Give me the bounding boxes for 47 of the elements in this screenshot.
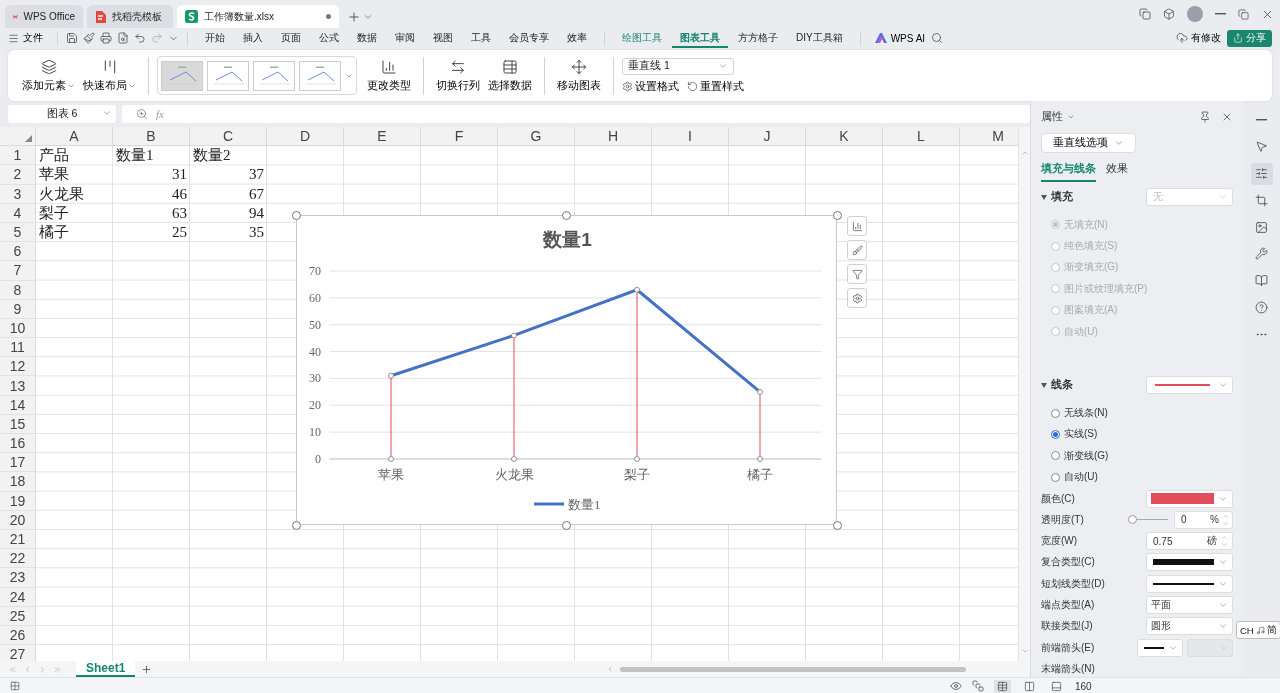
field-label: 前端箭头(E)	[1041, 640, 1095, 655]
axis-label: 火龙果	[494, 467, 534, 482]
section-title: 填充	[1051, 190, 1073, 204]
field-label: 颜色(C)	[1041, 491, 1075, 506]
axis-label: 10	[309, 425, 321, 440]
function-label: fx	[156, 108, 164, 120]
language-label: CH	[1240, 624, 1254, 636]
section-title: 线条	[1051, 378, 1073, 393]
zoom-level: 160	[1075, 680, 1092, 692]
field-label: 末端箭头(N)	[1041, 661, 1095, 676]
table-cell-text: 37	[248, 165, 265, 185]
table-cell-text: 苹果	[38, 165, 70, 185]
axis-label: 40	[309, 344, 321, 359]
axis-label: 橘子	[747, 467, 773, 482]
table-cell-text: 梨子	[38, 203, 70, 223]
field-label: 复合类型(C)	[1041, 555, 1095, 570]
field-label: 宽度(W)	[1041, 534, 1078, 549]
table-cell-text: 数量1	[115, 146, 155, 166]
field-label: 端点类型(A)	[1041, 598, 1095, 613]
table-cell-text: 火龙果	[38, 184, 85, 204]
axis-label: 梨子	[624, 467, 650, 482]
table-cell-text: 橘子	[38, 223, 70, 243]
table-cell-text: 31	[171, 165, 188, 185]
table-cell-text: 67	[248, 184, 265, 204]
mode-label: 简	[1266, 623, 1277, 637]
axis-label: 0	[315, 452, 321, 466]
field-label: 联接类型(J)	[1041, 619, 1093, 634]
legend-label: 数量1	[568, 497, 601, 512]
panel-title: 属性	[1041, 110, 1063, 124]
table-cell-text: 数量2	[192, 146, 232, 166]
table-cell-text: 25	[171, 223, 188, 243]
axis-label: 20	[309, 398, 321, 413]
axis-label: 30	[309, 371, 321, 386]
field-label: 短划线类型(D)	[1041, 576, 1105, 591]
field-label: 透明度(T)	[1041, 512, 1084, 527]
table-cell-text: 35	[248, 223, 265, 243]
axis-label: 60	[309, 290, 321, 305]
axis-label: 50	[309, 317, 321, 332]
table-cell-text: 46	[171, 184, 188, 204]
axis-label: 苹果	[378, 467, 404, 482]
chart-title: 数量1	[543, 229, 592, 250]
unit-label: %	[1210, 514, 1219, 526]
axis-label: 70	[309, 264, 321, 278]
table-cell-text: 产品	[38, 146, 70, 166]
unit-label: 磅	[1207, 534, 1217, 549]
table-cell-text: 94	[248, 203, 265, 223]
table-cell-text: 63	[171, 203, 188, 223]
